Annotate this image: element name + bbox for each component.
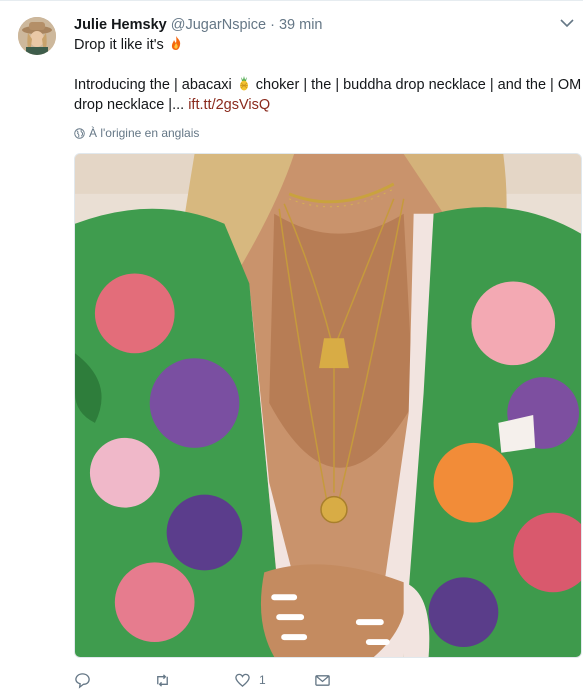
- like-button[interactable]: 1: [234, 672, 314, 689]
- reply-icon: [75, 672, 90, 689]
- translate-note[interactable]: À l'origine en anglais: [74, 125, 199, 141]
- tweet-header: Julie Hemsky @JugarNspice · 39 min: [74, 15, 563, 35]
- text-line-2: Introducing the | abacaxi choker | the |…: [74, 76, 582, 93]
- author-name[interactable]: Julie Hemsky: [74, 17, 167, 33]
- timestamp[interactable]: 39 min: [279, 17, 323, 33]
- tweet-media-photo[interactable]: [74, 153, 582, 658]
- retweet-icon: [157, 673, 168, 687]
- avatar-image: [18, 17, 56, 55]
- chevron-down-icon[interactable]: [559, 15, 575, 31]
- photo-necklaces: [75, 154, 581, 657]
- like-count: 1: [259, 673, 266, 687]
- separator: ·: [270, 17, 275, 33]
- pineapple-icon: [239, 76, 248, 91]
- tweet-actions: 1: [74, 671, 554, 689]
- envelope-icon: [315, 674, 330, 686]
- translate-label: À l'origine en anglais: [89, 126, 200, 140]
- globe-icon: [74, 127, 85, 139]
- reply-button[interactable]: [74, 672, 154, 689]
- author-handle[interactable]: @JugarNspice: [171, 17, 266, 33]
- direct-message-button[interactable]: [314, 672, 394, 689]
- fire-icon: [171, 36, 181, 50]
- text-line-1: Drop it like it's: [74, 35, 574, 55]
- tweet-card[interactable]: Julie Hemsky @JugarNspice · 39 min Drop …: [0, 0, 583, 689]
- text-line-3: drop necklace |... ift.tt/2gsVisQ: [74, 97, 271, 113]
- heart-icon: [235, 673, 250, 687]
- tweet-link[interactable]: ift.tt/2gsVisQ: [188, 97, 270, 113]
- retweet-button[interactable]: [154, 672, 234, 689]
- tweet-text: Drop it like it's Introducing the | abac…: [74, 35, 582, 115]
- avatar[interactable]: [18, 17, 56, 55]
